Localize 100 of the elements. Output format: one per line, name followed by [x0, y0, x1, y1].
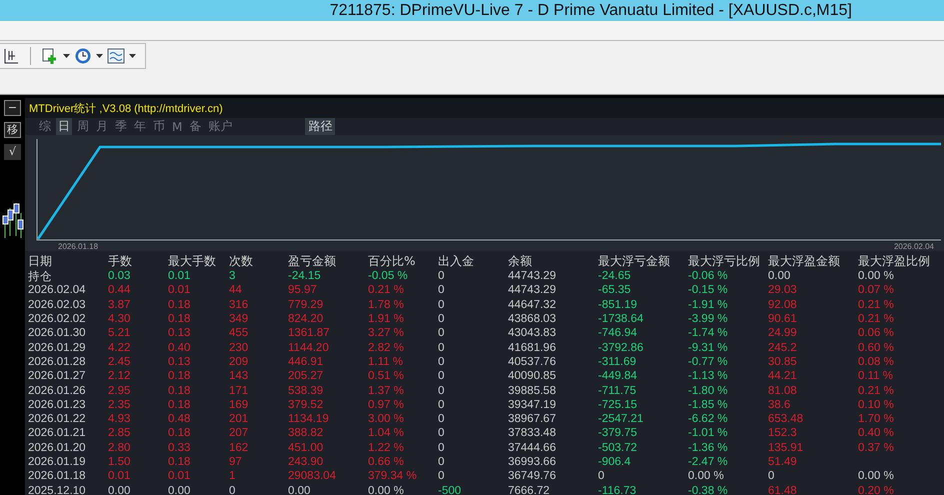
table-cell-text: 2.12 — [108, 370, 132, 382]
table-cell-text: -1.80 % — [688, 384, 729, 397]
table-cell-text: 1361.87 — [288, 327, 331, 340]
table-cell-text: 1.91 % — [368, 313, 405, 326]
table-cell-text: -1.91 % — [688, 298, 729, 311]
table-cell-text: 0.40 — [168, 342, 192, 354]
table-cell-text: 0.21 % — [858, 313, 895, 326]
table-cell-text: 0 — [438, 442, 446, 454]
table-cell-text: 4.93 — [108, 413, 132, 426]
table-cell-text: 30.85 — [768, 356, 798, 368]
table-cell-text: 0.48 — [168, 413, 192, 426]
table-cell-text: 0 — [438, 327, 446, 340]
table-cell-text: 0 — [438, 413, 446, 426]
column-header: 余额 — [508, 252, 533, 270]
caret-icon[interactable] — [63, 54, 70, 58]
table-cell-text: 2026.01.18 — [28, 470, 87, 482]
tab[interactable]: M — [170, 118, 184, 135]
caret-icon[interactable] — [96, 54, 103, 58]
table-cell-text: -503.72 — [598, 442, 638, 454]
table-cell-text: 0.13 — [168, 327, 192, 340]
table-cell-text: 39347.19 — [508, 398, 557, 411]
table-cell-text: 1.70 % — [858, 413, 895, 426]
table-cell-text: 40537.76 — [508, 356, 557, 368]
table-cell-text: 1 — [229, 470, 236, 482]
tab[interactable]: 备 — [187, 118, 204, 135]
table-cell-text: 0.01 — [168, 270, 192, 282]
table-cell-text: 349 — [229, 313, 250, 326]
table-cell-text: 0.00 — [168, 484, 192, 495]
table-cell-text: -379.75 — [598, 427, 638, 440]
table-cell-text: 0.60 % — [858, 342, 895, 354]
table-cell-text: 0.00 — [288, 484, 312, 495]
table-cell-text: 162 — [229, 442, 250, 454]
table-cell-text: -449.84 — [598, 370, 638, 382]
table-cell-text: 0.18 — [168, 313, 192, 326]
table-cell-text: 0.21 % — [858, 298, 895, 311]
table-cell-text: -711.75 — [598, 384, 638, 397]
table-cell-text: 0 — [438, 470, 446, 482]
table-cell-text: 0.18 — [168, 456, 192, 468]
tab[interactable]: 币 — [151, 118, 167, 135]
table-cell-text: 379.52 — [288, 398, 324, 411]
tab[interactable]: 月 — [94, 118, 110, 135]
table-cell-text: -24.15 — [288, 270, 322, 282]
column-header: 最大浮盈比例 — [858, 252, 931, 270]
path-button[interactable]: 路径 — [305, 118, 336, 135]
table-cell-text: 3.27 % — [368, 327, 405, 340]
table-cell-text: 39885.58 — [508, 384, 557, 397]
tab[interactable]: 季 — [113, 118, 129, 135]
table-cell-text: 3.87 — [108, 298, 132, 311]
table-cell-text: -2547.21 — [598, 413, 644, 426]
side-button[interactable]: √ — [4, 144, 21, 160]
tab[interactable]: 日 — [56, 118, 72, 135]
tab[interactable]: 账户 — [206, 118, 234, 135]
tab[interactable]: 周 — [75, 118, 91, 135]
column-header: 出入金 — [438, 252, 475, 270]
add-chart-icon[interactable] — [41, 47, 59, 65]
panel-title: MTDriver统计 ,V3.08 (http://mtdriver.cn) — [25, 98, 944, 118]
table-cell-text: 379.34 % — [368, 470, 418, 482]
table-cell-text: 2026.01.30 — [28, 327, 87, 340]
table-cell-text: 0.01 — [168, 470, 192, 482]
table-cell-text: 持仓 — [28, 270, 53, 284]
caret-icon[interactable] — [129, 54, 136, 58]
clock-icon[interactable] — [74, 47, 92, 65]
table-cell-text: 2026.01.23 — [28, 398, 87, 411]
table-cell-text: -116.73 — [598, 484, 638, 495]
table-cell-text: 37833.48 — [508, 427, 557, 440]
column-header: 百分比% — [368, 252, 416, 270]
table-cell-text: -1.13 % — [688, 370, 729, 382]
column-header: 次数 — [229, 252, 254, 270]
template-icon[interactable] — [107, 48, 125, 64]
table-cell-text: -3792.86 — [598, 342, 644, 354]
tab[interactable]: 年 — [132, 118, 148, 135]
tab[interactable]: 综 — [37, 118, 53, 135]
table-cell-text: 201 — [229, 413, 250, 426]
table-cell-text: 2.95 — [108, 384, 132, 397]
table-cell-text: 24.99 — [768, 327, 798, 340]
table-cell-text: 0.10 % — [858, 398, 895, 411]
table-cell-text: 0.06 % — [858, 327, 895, 340]
table-cell-text: -500 — [438, 484, 462, 495]
table-cell-text: 4.30 — [108, 313, 132, 326]
column-header: 最大浮亏比例 — [688, 252, 761, 270]
table-cell-text: 207 — [229, 427, 250, 440]
table-cell-text: 0 — [438, 356, 446, 368]
table-cell-text: 0 — [438, 284, 446, 296]
table-cell-text: 653.48 — [768, 413, 804, 426]
table-cell-text: 0 — [438, 427, 446, 440]
table-cell-text: 0 — [438, 370, 446, 382]
table-cell-text: 0.66 % — [368, 456, 405, 468]
side-button[interactable]: 移 — [4, 122, 21, 138]
table-cell-text: 81.08 — [768, 384, 798, 397]
column-header: 最大浮亏金额 — [598, 252, 671, 270]
crosshair-icon[interactable] — [2, 47, 20, 65]
table-cell-text: 4.22 — [108, 342, 132, 354]
table-cell-text: 2026.02.03 — [28, 298, 87, 311]
table-cell-text: 0.18 — [168, 398, 192, 411]
table-cell-text: 38.6 — [768, 398, 792, 411]
table-cell-text: 451.00 — [288, 442, 324, 454]
side-button[interactable]: − — [4, 100, 21, 116]
table-cell-text: 0 — [438, 384, 446, 397]
table-cell-text: 0.21 % — [368, 284, 405, 296]
table-cell-text: 0.18 — [168, 384, 192, 397]
